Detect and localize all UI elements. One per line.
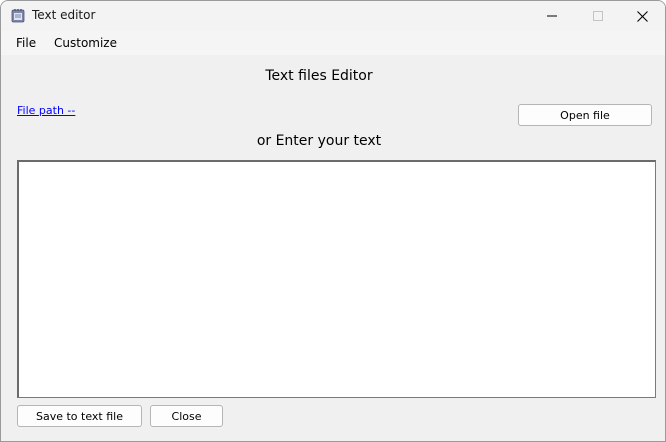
page-title: Text files Editor [265, 68, 373, 84]
menu-customize[interactable]: Customize [54, 36, 117, 50]
close-button[interactable]: Close [150, 405, 223, 427]
open-file-button[interactable]: Open file [518, 104, 652, 126]
minimize-button[interactable] [529, 1, 575, 31]
save-to-text-file-button[interactable]: Save to text file [17, 405, 142, 427]
text-editor-area[interactable] [17, 160, 656, 398]
close-icon [636, 10, 648, 22]
maximize-icon [593, 11, 603, 21]
app-window: Text editor File Customize Text files Ed… [0, 0, 666, 442]
editor-subheading: or Enter your text [256, 133, 382, 149]
title-bar[interactable]: Text editor [1, 1, 665, 31]
maximize-button [575, 1, 621, 31]
menu-bar: File Customize [1, 31, 665, 55]
window-title: Text editor [32, 8, 96, 22]
notepad-icon [11, 8, 25, 23]
close-window-button[interactable] [619, 1, 665, 31]
minimize-icon [547, 11, 557, 21]
menu-file[interactable]: File [16, 36, 36, 50]
file-path-link[interactable]: File path -- [17, 104, 75, 117]
